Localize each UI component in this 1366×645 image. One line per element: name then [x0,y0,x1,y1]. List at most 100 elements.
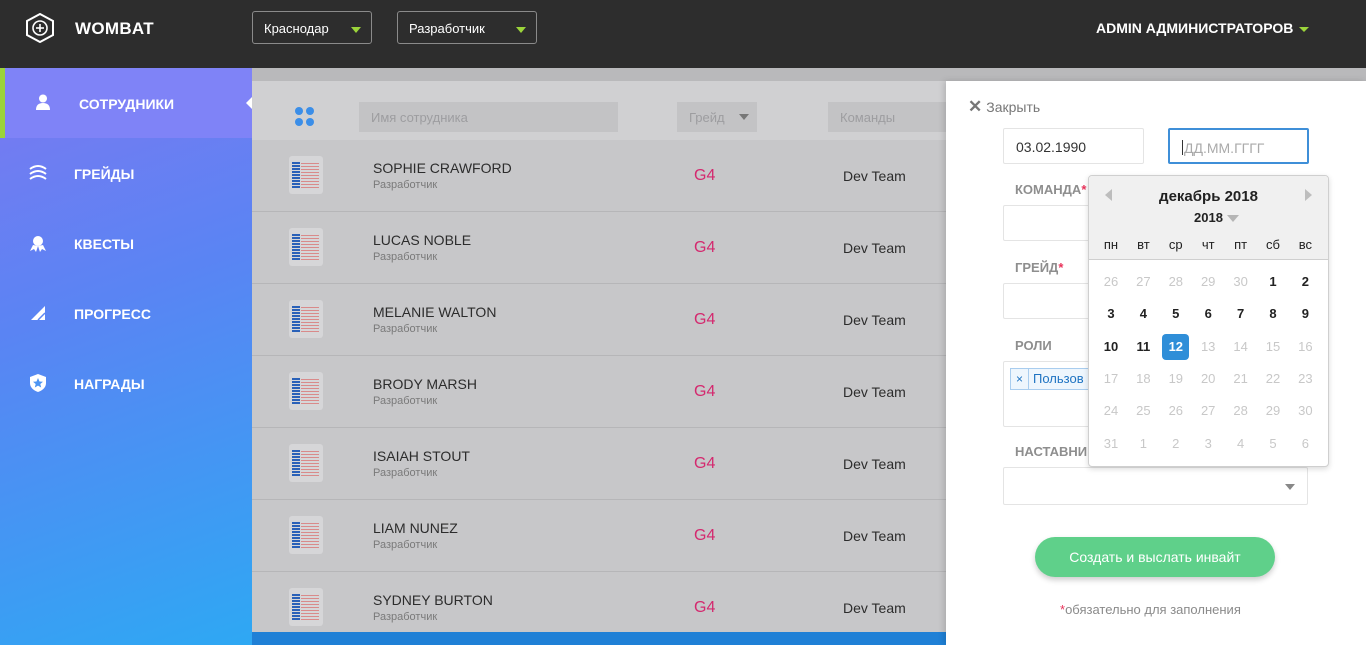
calendar-day[interactable]: 28 [1162,269,1189,295]
remove-tag-icon[interactable]: × [1011,369,1029,389]
calendar-day[interactable]: 17 [1098,366,1125,392]
calendar-day[interactable]: 5 [1162,301,1189,327]
calendar-day[interactable]: 29 [1195,269,1222,295]
user-menu[interactable]: ADMIN АДМИНИСТРАТОРОВ [1096,20,1310,36]
birth-date-field[interactable]: 03.02.1990 [1003,128,1144,164]
calendar-day[interactable]: 6 [1195,301,1222,327]
avatar [289,228,323,266]
table-row[interactable]: SOPHIE CRAWFORD Разработчик G4 Dev Team [252,140,946,212]
employee-grade: G4 [694,311,716,328]
calendar-day[interactable]: 8 [1260,301,1287,327]
date-input-placeholder: ДД.ММ.ГГГГ [1184,140,1265,156]
city-select[interactable]: Краснодар [252,11,372,44]
calendar-day[interactable]: 30 [1292,398,1319,424]
avatar [289,156,323,194]
chevron-down-icon [739,114,749,120]
chevron-down-icon [351,27,361,33]
calendar-day[interactable]: 18 [1130,366,1157,392]
table-row[interactable]: MELANIE WALTON Разработчик G4 Dev Team [252,284,946,356]
employee-grade: G4 [694,167,716,184]
calendar-day[interactable]: 12 [1162,333,1190,360]
datepicker: декабрь 2018 2018 пн вт ср чт пт сб вс 26 27 28 29… [1088,175,1329,467]
grade-filter[interactable]: Грейд [677,102,757,132]
calendar-day[interactable]: 25 [1130,398,1157,424]
employee-name: MELANIE WALTON [373,304,497,320]
calendar-day[interactable]: 10 [1098,334,1125,360]
calendar-day[interactable]: 11 [1130,334,1157,360]
table-row[interactable]: LIAM NUNEZ Разработчик G4 Dev Team [252,500,946,572]
employee-name: LUCAS NOBLE [373,232,472,248]
sidebar-item-employees[interactable]: СОТРУДНИКИ [0,68,252,138]
employee-name-filter[interactable]: Имя сотрудника [359,102,618,132]
create-invite-button[interactable]: Создать и выслать инвайт [1035,537,1275,577]
role-tag: × Пользов [1010,368,1089,390]
calendar-day[interactable]: 29 [1260,398,1287,424]
role-select[interactable]: Разработчик [397,11,537,44]
calendar-day[interactable]: 4 [1130,301,1157,327]
employee-name: BRODY MARSH [373,376,477,392]
calendar-day[interactable]: 9 [1292,301,1319,327]
employee-team: Dev Team [843,384,906,400]
calendar-day[interactable]: 2 [1292,269,1319,295]
top-bar: WOMBAT Краснодар Разработчик ADMIN АДМИН… [0,0,1366,68]
sidebar-item-label: НАГРАДЫ [74,376,145,392]
month-label: декабрь 2018 [1159,188,1258,205]
chevron-down-icon [1285,484,1295,490]
required-note: *обязательно для заполнения [1060,602,1241,617]
calendar-day[interactable]: 31 [1098,431,1125,457]
table-row[interactable]: LUCAS NOBLE Разработчик G4 Dev Team [252,212,946,284]
close-label: Закрыть [986,99,1041,115]
avatar [289,516,323,554]
calendar-day[interactable]: 26 [1162,398,1189,424]
award-icon [28,233,48,253]
sidebar-item-label: ПРОГРЕСС [74,306,151,322]
calendar-day[interactable]: 26 [1098,269,1125,295]
calendar-day[interactable]: 5 [1260,431,1287,457]
calendar-day[interactable]: 4 [1227,431,1254,457]
calendar-day[interactable]: 22 [1260,366,1287,392]
employee-grade: G4 [694,239,716,256]
date-input[interactable]: ДД.ММ.ГГГГ [1168,128,1309,164]
calendar-day[interactable]: 3 [1098,301,1125,327]
weekday-label: пн [1103,237,1119,252]
table-row[interactable]: ISAIAH STOUT Разработчик G4 Dev Team [252,428,946,500]
calendar-day[interactable]: 27 [1195,398,1222,424]
close-button[interactable]: ✕ Закрыть [968,97,1040,117]
teams-filter[interactable]: Команды [828,102,958,132]
calendar-day[interactable]: 7 [1227,301,1254,327]
employee-team: Dev Team [843,168,906,184]
grid-view-icon[interactable] [295,107,315,127]
calendar-day[interactable]: 16 [1292,334,1319,360]
signal-icon [28,303,48,323]
calendar-day[interactable]: 1 [1130,431,1157,457]
calendar-day[interactable]: 2 [1162,431,1189,457]
calendar-day[interactable]: 24 [1098,398,1125,424]
calendar-day[interactable]: 21 [1227,366,1254,392]
calendar-day[interactable]: 27 [1130,269,1157,295]
employee-role: Разработчик [373,179,438,191]
employee-grade: G4 [694,455,716,472]
calendar-day[interactable]: 30 [1227,269,1254,295]
calendar-day[interactable]: 28 [1227,398,1254,424]
text-cursor [1182,140,1183,155]
sidebar-item-progress[interactable]: ПРОГРЕСС [0,278,252,348]
role-tag-label: Пользов [1033,371,1084,386]
calendar-day[interactable]: 1 [1260,269,1287,295]
sidebar-item-rewards[interactable]: НАГРАДЫ [0,348,252,418]
logo-icon [26,13,54,43]
calendar-day[interactable]: 6 [1292,431,1319,457]
grade-label: ГРЕЙД* [1015,260,1064,275]
year-select[interactable]: 2018 [1194,210,1239,225]
sidebar-item-quests[interactable]: КВЕСТЫ [0,208,252,278]
mentor-select[interactable] [1003,467,1308,505]
app-title[interactable]: WOMBAT [75,19,154,39]
calendar-day[interactable]: 3 [1195,431,1222,457]
calendar-day[interactable]: 23 [1292,366,1319,392]
calendar-day[interactable]: 13 [1195,334,1222,360]
table-row[interactable]: BRODY MARSH Разработчик G4 Dev Team [252,356,946,428]
sidebar-item-grades[interactable]: ГРЕЙДЫ [0,138,252,208]
calendar-day[interactable]: 14 [1227,334,1254,360]
calendar-day[interactable]: 20 [1195,366,1222,392]
calendar-day[interactable]: 19 [1162,366,1189,392]
calendar-day[interactable]: 15 [1260,334,1287,360]
